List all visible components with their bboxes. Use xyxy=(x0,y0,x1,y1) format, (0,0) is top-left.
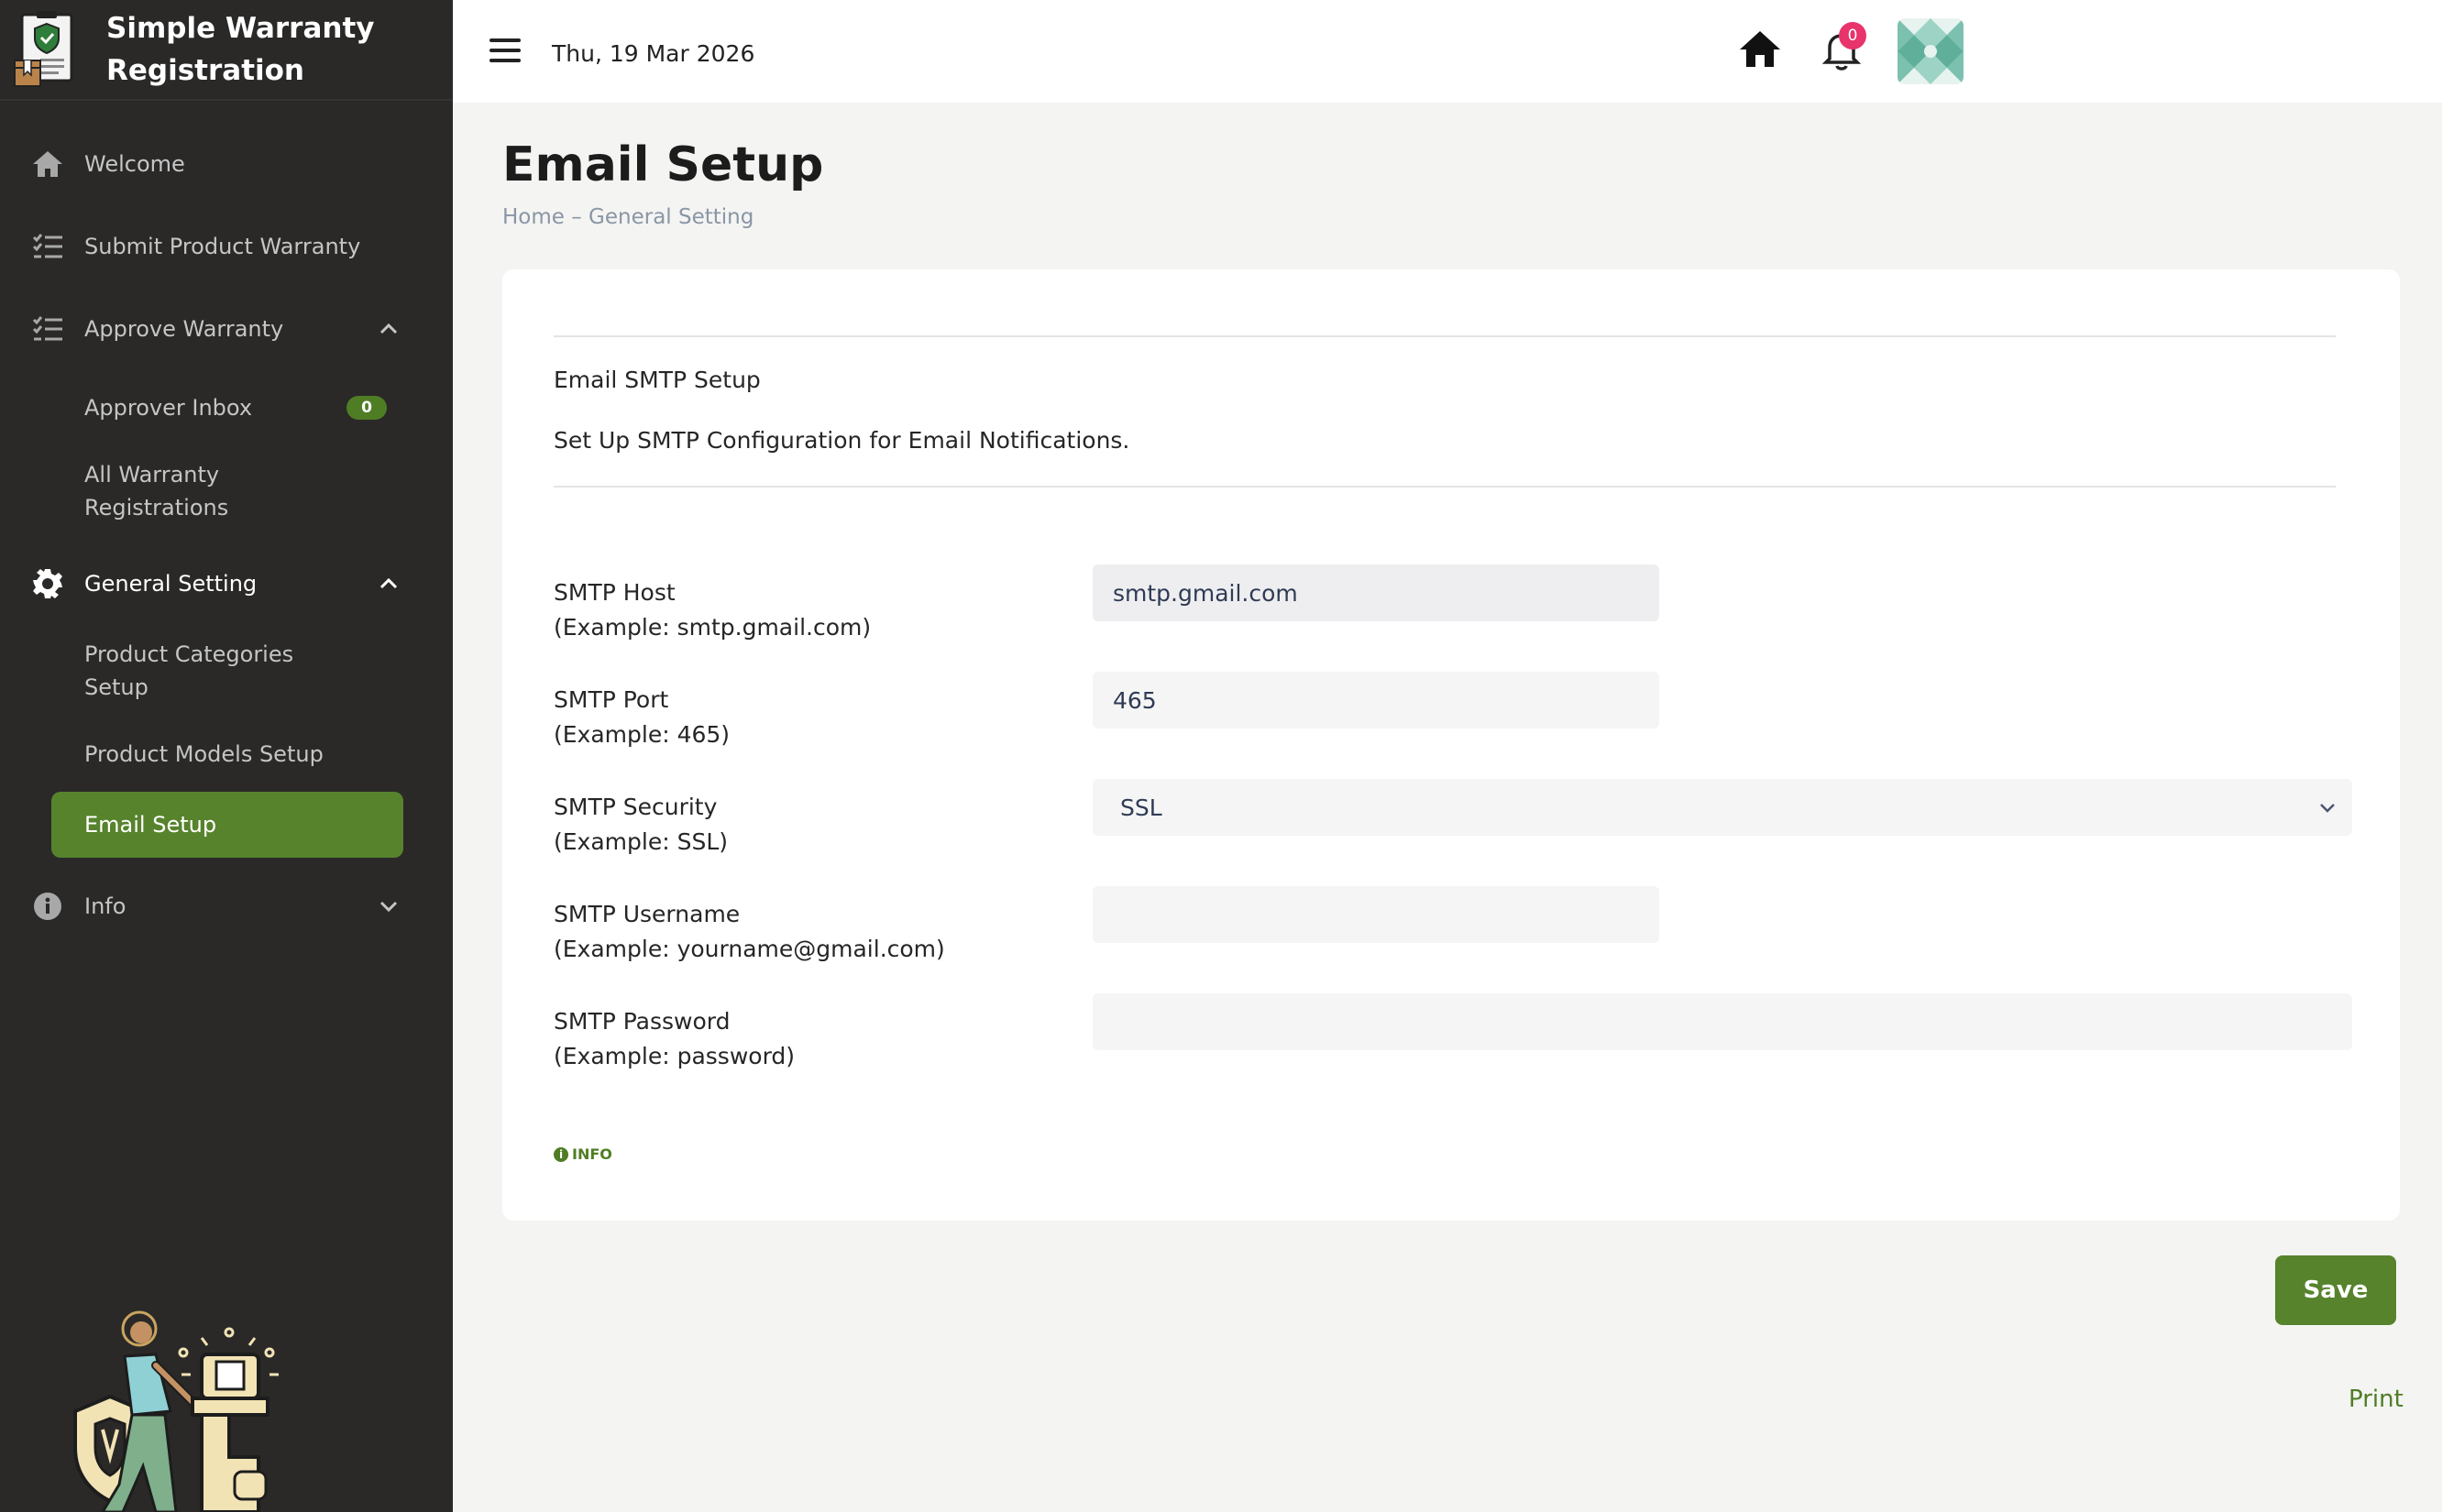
info-link[interactable]: i INFO xyxy=(554,1145,612,1163)
breadcrumb-home-link[interactable]: Home xyxy=(502,205,565,229)
divider xyxy=(554,335,2336,337)
sidebar-item-label: Approve Warranty xyxy=(84,316,284,342)
top-bar: Thu, 19 Mar 2026 xyxy=(453,0,2442,103)
smtp-host-label: SMTP Host (Example: smtp.gmail.com) xyxy=(554,579,872,641)
sidebar-item-label: All Warranty Registrations xyxy=(84,462,229,520)
gear-icon xyxy=(31,567,64,600)
sidebar-item-label: Approver Inbox xyxy=(84,395,253,421)
smtp-password-label: SMTP Password (Example: password) xyxy=(554,1008,796,1069)
sidebar-item-submit-product-warranty[interactable]: Submit Product Warranty xyxy=(0,205,453,288)
sidebar: Simple Warranty Registration Welcome Sub… xyxy=(0,0,453,1512)
smtp-password-input[interactable] xyxy=(1093,993,2352,1050)
sidebar-item-label: Product Models Setup xyxy=(84,741,324,767)
page-title: Email Setup xyxy=(502,137,824,192)
home-icon xyxy=(31,148,64,181)
sidebar-item-product-models-setup[interactable]: Product Models Setup xyxy=(0,717,453,792)
smtp-host-input[interactable]: smtp.gmail.com xyxy=(1093,564,1659,621)
sidebar-item-label: Email Setup xyxy=(84,812,217,838)
chevron-down-icon[interactable] xyxy=(376,893,402,919)
hamburger-menu-icon[interactable] xyxy=(490,38,521,64)
current-date: Thu, 19 Mar 2026 xyxy=(552,40,755,67)
smtp-port-label: SMTP Port (Example: 465) xyxy=(554,686,731,748)
sidebar-item-welcome[interactable]: Welcome xyxy=(0,123,453,205)
info-icon xyxy=(31,890,64,923)
smtp-port-input[interactable]: 465 xyxy=(1093,672,1659,729)
sidebar-item-approve-warranty[interactable]: Approve Warranty xyxy=(0,288,453,370)
sidebar-item-label: Info xyxy=(84,893,126,919)
sidebar-item-product-categories-setup[interactable]: Product Categories Setup xyxy=(0,625,453,717)
smtp-port-value: 465 xyxy=(1113,686,1157,714)
section-description: Set Up SMTP Configuration for Email Noti… xyxy=(554,427,1130,454)
chevron-up-icon[interactable] xyxy=(376,316,402,342)
sidebar-item-info[interactable]: Info xyxy=(0,865,453,948)
smtp-security-value: SSL xyxy=(1120,794,1162,821)
checklist-icon xyxy=(31,312,64,345)
checklist-icon xyxy=(31,230,64,263)
brand-header[interactable]: Simple Warranty Registration xyxy=(0,0,453,101)
app-logo-icon xyxy=(13,9,79,90)
sidebar-item-label: General Setting xyxy=(84,571,258,597)
divider xyxy=(554,486,2336,488)
avatar[interactable] xyxy=(1898,18,1964,84)
smtp-security-select[interactable]: SSL xyxy=(1093,779,2352,836)
sidebar-item-general-setting[interactable]: General Setting xyxy=(0,542,453,625)
info-label: INFO xyxy=(572,1145,612,1163)
notification-count-badge: 0 xyxy=(1839,22,1866,49)
section-title: Email SMTP Setup xyxy=(554,367,761,393)
smtp-username-input[interactable] xyxy=(1093,886,1659,943)
sidebar-item-approver-inbox[interactable]: Approver Inbox 0 xyxy=(0,370,453,445)
warranty-illustration-icon xyxy=(55,1301,385,1512)
sidebar-item-label: Submit Product Warranty xyxy=(84,234,361,259)
save-button[interactable]: Save xyxy=(2275,1255,2396,1325)
sidebar-nav: Welcome Submit Product Warranty Approve … xyxy=(0,101,453,948)
sidebar-item-label: Product Categories Setup xyxy=(84,641,294,700)
home-icon[interactable] xyxy=(1738,27,1782,71)
breadcrumb-current[interactable]: General Setting xyxy=(588,205,754,229)
sidebar-item-all-warranty-registrations[interactable]: All Warranty Registrations xyxy=(0,445,453,537)
breadcrumb-separator: – xyxy=(564,205,589,229)
smtp-host-value: smtp.gmail.com xyxy=(1113,579,1298,607)
smtp-username-label: SMTP Username (Example: yourname@gmail.c… xyxy=(554,901,945,962)
print-link[interactable]: Print xyxy=(2348,1386,2404,1413)
email-setup-card: Email SMTP Setup Set Up SMTP Configurati… xyxy=(502,269,2400,1221)
breadcrumb: Home – General Setting xyxy=(502,205,754,229)
smtp-security-label: SMTP Security (Example: SSL) xyxy=(554,794,729,855)
chevron-up-icon[interactable] xyxy=(376,571,402,597)
sidebar-item-label: Welcome xyxy=(84,151,185,177)
info-icon: i xyxy=(554,1146,568,1162)
chevron-down-icon xyxy=(2316,795,2339,819)
app-title: Simple Warranty Registration xyxy=(106,12,375,87)
count-badge: 0 xyxy=(346,396,387,420)
sidebar-item-email-setup[interactable]: Email Setup xyxy=(51,792,403,858)
